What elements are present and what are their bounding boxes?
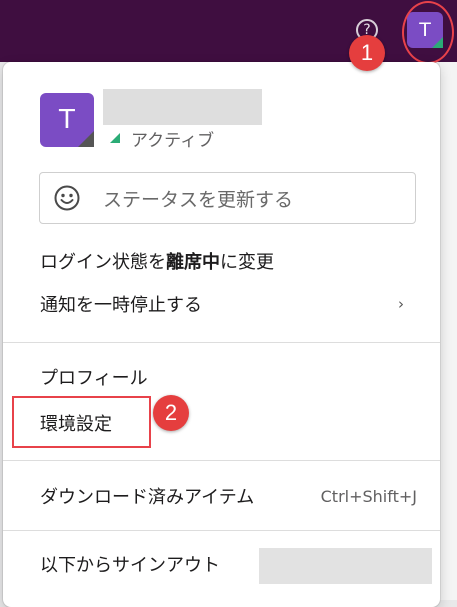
workspace-top-bar: ? T: [0, 0, 457, 62]
pause-label: 通知を一時停止する: [40, 295, 202, 316]
annotation-highlight-box: [12, 396, 151, 448]
pause-notifications-menu-item[interactable]: 通知を一時停止する ›: [3, 284, 440, 324]
profile-avatar: T: [40, 93, 94, 147]
annotation-ring: [402, 1, 454, 64]
presence-label: アクティブ: [131, 130, 215, 151]
signout-label: 以下からサインアウト: [40, 555, 220, 576]
downloads-label: ダウンロード済みアイテム: [40, 487, 255, 508]
avatar-notch-icon: [78, 131, 94, 147]
away-suffix: に変更: [220, 252, 274, 273]
menu-divider: [3, 460, 440, 461]
user-name-redacted: [103, 89, 262, 125]
downloads-menu-item[interactable]: ダウンロード済みアイテム Ctrl+Shift+J: [3, 476, 440, 516]
downloads-shortcut: Ctrl+Shift+J: [320, 486, 417, 506]
callout-badge: 1: [349, 35, 385, 71]
profile-menu-item[interactable]: プロフィール: [3, 357, 440, 397]
profile-label: プロフィール: [40, 368, 148, 389]
presence-status: アクティブ: [110, 128, 215, 151]
menu-divider: [3, 342, 440, 343]
away-bold: 離席中: [166, 252, 220, 273]
away-prefix: ログイン状態を: [40, 252, 166, 273]
status-placeholder: ステータスを更新する: [103, 188, 294, 211]
active-status-icon: [110, 133, 120, 143]
callout-badge: 2: [153, 395, 189, 431]
menu-divider: [3, 530, 440, 531]
background-content: [440, 62, 457, 600]
set-away-menu-item[interactable]: ログイン状態を 離席中 に変更: [3, 241, 440, 281]
user-menu: T アクティブ ステータスを更新する ログイン状態を 離席中 に変更 通知を一時停止…: [3, 62, 440, 607]
profile-avatar-initial: T: [59, 105, 75, 135]
update-status-input[interactable]: ステータスを更新する: [39, 172, 416, 224]
smile-icon: [54, 185, 80, 211]
workspace-name-redacted: [259, 548, 432, 584]
chevron-right-icon: ›: [398, 295, 404, 313]
